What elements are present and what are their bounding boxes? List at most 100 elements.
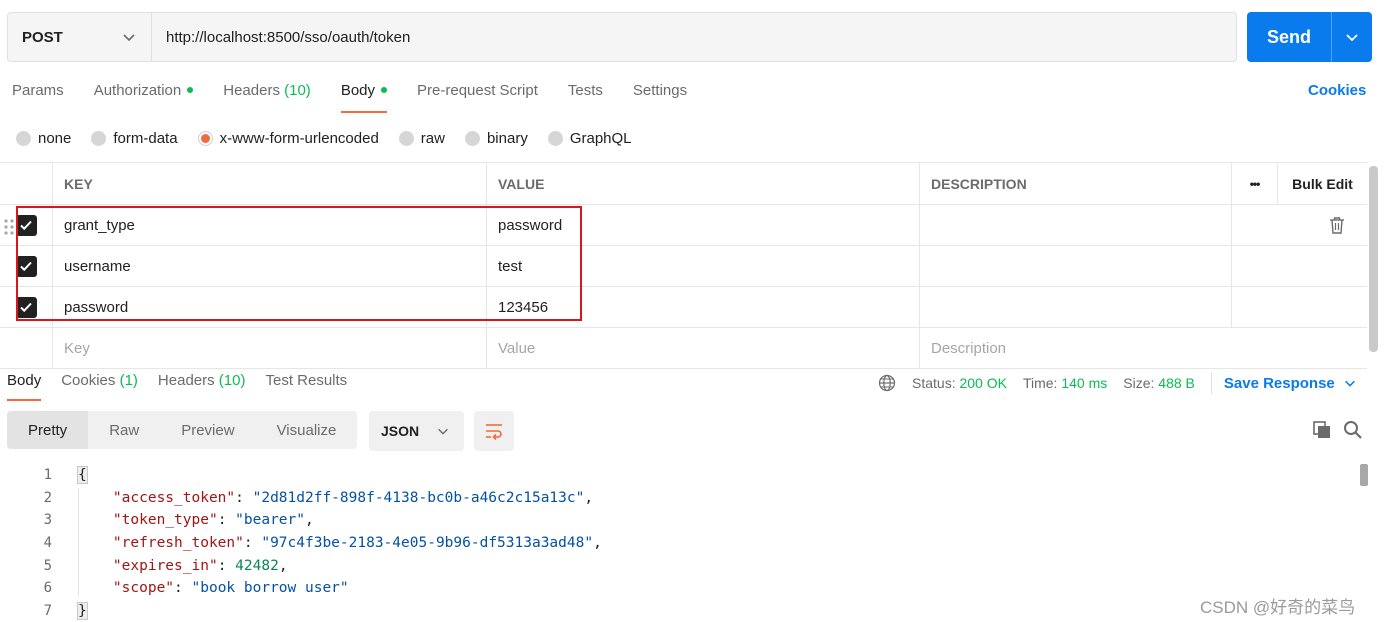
tab-label: Pre-request Script <box>417 82 538 99</box>
description-input[interactable] <box>920 205 1232 245</box>
row-checkbox[interactable] <box>15 214 37 236</box>
value-input[interactable]: test <box>487 246 920 286</box>
key-input[interactable]: username <box>53 246 487 286</box>
tab-tests[interactable]: Tests <box>568 82 603 106</box>
table-row: username test <box>0 246 1367 287</box>
send-button[interactable]: Send <box>1247 12 1332 62</box>
wrap-lines-button[interactable] <box>474 411 514 451</box>
line-number: 4 <box>43 535 52 552</box>
view-mode-visualize[interactable]: Visualize <box>256 411 358 449</box>
new-description-input[interactable]: Description <box>920 328 1367 368</box>
cookies-link[interactable]: Cookies <box>1308 82 1366 99</box>
response-tab-body[interactable]: Body <box>7 372 42 401</box>
response-tabs: Body Cookies (1) Headers (10) Test Results <box>7 372 367 401</box>
code-text: "scope": "book borrow user" <box>112 580 349 597</box>
response-tab-test-results[interactable]: Test Results <box>265 372 347 392</box>
value-input[interactable]: password <box>487 205 920 245</box>
row-checkbox[interactable] <box>15 296 37 318</box>
globe-icon[interactable] <box>878 374 896 392</box>
code-line: 1{ <box>0 464 1360 487</box>
body-type-radios: none form-data x-www-form-urlencoded raw bin… <box>16 128 652 148</box>
params-scrollbar[interactable] <box>1369 166 1378 352</box>
search-icon[interactable] <box>1343 420 1363 440</box>
response-tab-cookies[interactable]: Cookies (1) <box>61 372 138 392</box>
status-value: 200 OK <box>959 375 1007 391</box>
view-mode-raw[interactable]: Raw <box>88 411 160 449</box>
divider <box>1210 372 1212 394</box>
new-key-input[interactable]: Key <box>53 328 487 368</box>
radio-raw[interactable]: raw <box>398 129 445 147</box>
tab-params[interactable]: Params <box>12 82 64 106</box>
trash-icon[interactable] <box>1329 216 1345 234</box>
radio-label: GraphQL <box>569 129 632 147</box>
tab-headers[interactable]: Headers (10) <box>223 82 311 106</box>
table-row: password 123456 <box>0 287 1367 328</box>
radio-x-www-form-urlencoded[interactable]: x-www-form-urlencoded <box>197 130 379 147</box>
more-options-icon[interactable]: ••• <box>1232 163 1278 204</box>
request-tabs: Params Authorization Headers (10) Body Pre-r… <box>12 82 717 113</box>
json-key: "expires_in" <box>112 557 218 574</box>
response-tab-headers[interactable]: Headers (10) <box>158 372 246 392</box>
radio-label: none <box>38 129 72 147</box>
radio-circle-icon <box>91 130 107 146</box>
save-response-button[interactable]: Save Response <box>1224 375 1357 392</box>
code-text: "access_token": "2d81d2ff-898f-4138-bc0b… <box>112 489 594 506</box>
radio-binary[interactable]: binary <box>464 129 528 147</box>
radio-circle-icon <box>197 130 213 146</box>
tab-label: Cookies <box>61 372 116 389</box>
radio-label: raw <box>420 129 445 147</box>
copy-icon[interactable] <box>1312 420 1332 440</box>
new-value-input[interactable]: Value <box>487 328 920 368</box>
tab-body[interactable]: Body <box>340 82 388 113</box>
key-input[interactable]: password <box>53 287 487 327</box>
tab-label: Tests <box>567 82 603 99</box>
json-value: "book borrow user" <box>191 580 349 597</box>
code-line: 5 "expires_in": 42482, <box>0 554 1360 577</box>
tab-pre-request-script[interactable]: Pre-request Script <box>417 82 538 106</box>
row-actions <box>1232 287 1367 327</box>
chevron-down-icon <box>438 428 448 435</box>
bulk-edit-button[interactable]: Bulk Edit <box>1278 163 1367 204</box>
view-mode-pretty[interactable]: Pretty <box>7 411 89 449</box>
code-line: 7} <box>0 600 1360 622</box>
response-body-editor[interactable]: 1{2 "access_token": "2d81d2ff-898f-4138-… <box>0 464 1360 622</box>
url-input[interactable]: http://localhost:8500/sso/oauth/token <box>152 29 410 46</box>
response-status-bar: Status: 200 OK Time: 140 ms Size: 488 B … <box>878 372 1357 394</box>
watermark: CSDN @好奇的菜鸟 <box>1200 598 1356 617</box>
drag-handle-icon[interactable] <box>3 218 15 236</box>
description-input[interactable] <box>920 287 1232 327</box>
radio-graphql[interactable]: GraphQL <box>547 129 632 147</box>
time-group: Time: 140 ms <box>1023 375 1107 391</box>
view-mode-preview[interactable]: Preview <box>160 411 255 449</box>
json-value: "2d81d2ff-898f-4138-bc0b-a46c2c15a13c" <box>252 489 585 506</box>
row-checkbox[interactable] <box>15 255 37 277</box>
method-select[interactable]: POST <box>8 13 152 61</box>
code-text: "refresh_token": "97c4f3be-2183-4e05-9b9… <box>112 535 602 552</box>
chevron-down-icon <box>123 34 135 42</box>
chevron-down-icon <box>1344 380 1355 387</box>
radio-circle-icon <box>16 130 31 146</box>
header-spacer <box>0 163 53 204</box>
save-response-label: Save Response <box>1223 374 1335 392</box>
tab-label: Body <box>7 372 42 389</box>
radio-label: form-data <box>113 129 178 147</box>
json-key: "access_token" <box>112 489 236 506</box>
send-dropdown-button[interactable] <box>1332 12 1372 62</box>
tab-authorization[interactable]: Authorization <box>94 82 194 106</box>
format-select[interactable]: JSON <box>369 411 464 451</box>
active-indicator-dot <box>187 87 194 94</box>
editor-scrollbar[interactable] <box>1360 464 1368 486</box>
description-input[interactable] <box>920 246 1232 286</box>
tab-label: Headers <box>223 82 280 99</box>
line-number: 7 <box>43 602 52 619</box>
row-spacer <box>0 328 53 368</box>
key-input[interactable]: grant_type <box>53 205 487 245</box>
code-line: 6 "scope": "book borrow user" <box>0 577 1360 600</box>
code-line: 2 "access_token": "2d81d2ff-898f-4138-bc… <box>0 487 1360 510</box>
radio-none[interactable]: none <box>16 130 71 147</box>
radio-form-data[interactable]: form-data <box>91 129 178 147</box>
radio-label: binary <box>486 129 528 147</box>
column-header-key: KEY <box>53 163 487 204</box>
value-input[interactable]: 123456 <box>487 287 920 327</box>
tab-settings[interactable]: Settings <box>633 82 687 106</box>
